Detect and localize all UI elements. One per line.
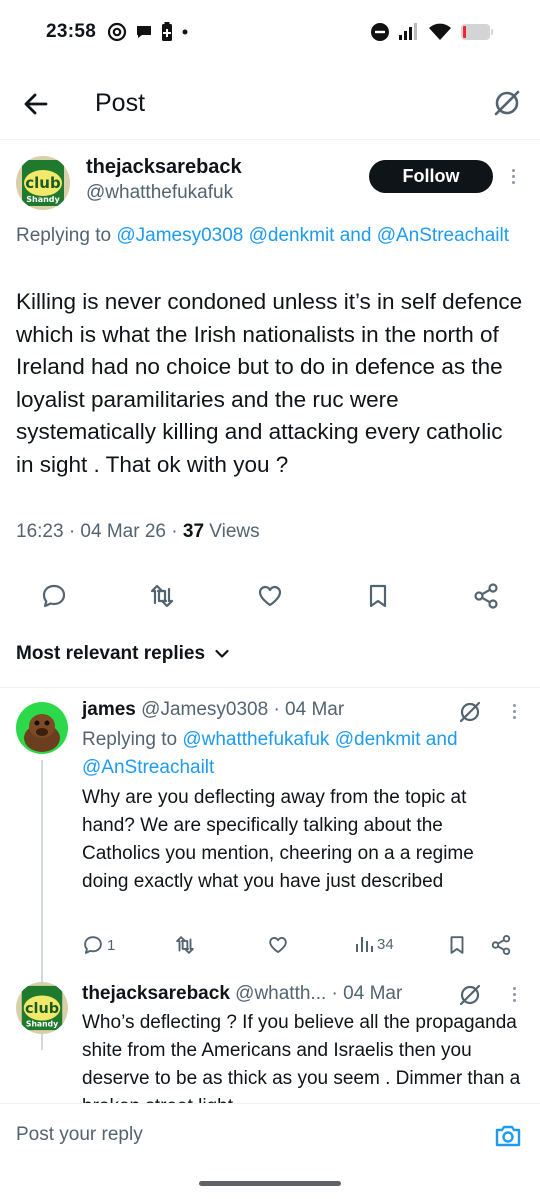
sort-replies-dropdown[interactable]: Most relevant replies [16,643,229,665]
replying-to: Replying to @Jamesy0308 @denkmit and @An… [16,225,510,246]
like-heart-icon[interactable] [267,934,289,956]
views-count[interactable]: 37 [183,521,204,542]
replying-to: Replying to @whatthefukafuk @denkmit and… [82,729,458,778]
reply-header: thejacksareback @whatth... · 04 Mar [82,983,402,1005]
more-options-icon[interactable] [511,704,517,719]
more-options-icon[interactable] [511,987,517,1002]
bookmark-icon[interactable] [446,934,468,956]
status-bar: 23:58 [0,0,540,64]
reply-actions: 1 34 [82,934,522,960]
share-icon[interactable] [472,582,500,610]
user-handle[interactable]: @whatthefukafuk [86,182,233,204]
reply-button[interactable]: 1 [82,934,115,956]
reply-header: james @Jamesy0308 · 04 Mar [82,699,344,721]
replying-to-links[interactable]: @Jamesy0308 @denkmit and @AnStreachailt [116,225,509,246]
avatar[interactable]: club Shandy [16,156,70,210]
svg-text:club: club [25,1001,59,1017]
display-name[interactable]: james [82,699,136,720]
svg-text:Shandy: Shandy [26,195,60,204]
post-text: Killing is never condoned unless it’s in… [16,289,523,477]
battery-saver-icon [162,22,172,41]
grok-icon[interactable] [458,983,482,1007]
reply-icon [84,936,102,954]
battery-icon [461,24,493,40]
at-sign-icon [107,22,127,42]
post-actions [0,574,540,614]
reply-post[interactable]: james @Jamesy0308 · 04 Mar Replying to @… [0,688,540,1050]
like-heart-icon[interactable] [256,582,284,610]
more-options-icon[interactable] [510,169,516,184]
do-not-disturb-icon [371,23,389,41]
reply-text: Why are you deflecting away from the top… [82,787,474,892]
views-button[interactable]: 34 [354,934,394,954]
top-app-bar: Post [0,64,540,140]
reply-text: Who’s deflecting ? If you believe all th… [82,1012,521,1103]
reply-input[interactable]: Post your reply [16,1124,143,1146]
bookmark-icon[interactable] [364,582,392,610]
repost-icon[interactable] [174,934,196,956]
page-title: Post [95,89,146,117]
reply-count: 1 [107,936,116,954]
dog-avatar-image [16,702,68,754]
reply-composer[interactable]: Post your reply [0,1103,540,1165]
back-arrow-icon[interactable] [20,88,52,120]
svg-text:club: club [25,174,61,192]
svg-text:Shandy: Shandy [26,1019,58,1028]
club-shandy-logo: club Shandy [16,982,68,1034]
reply-post[interactable]: club Shandy thejacksareback @whatth... ·… [0,978,540,1103]
display-name[interactable]: thejacksareback [82,983,230,1004]
signal-icon [399,23,417,40]
camera-icon[interactable] [494,1122,522,1150]
avatar[interactable]: club Shandy [16,982,68,1034]
chat-bubble-icon [137,26,151,38]
avatar[interactable] [16,702,68,754]
home-indicator[interactable] [199,1181,341,1186]
reply-icon[interactable] [40,582,68,610]
follow-button[interactable]: Follow [369,160,493,193]
post-timestamp: 16:23 · 04 Mar 26 · [16,521,183,542]
handle-and-date[interactable]: @Jamesy0308 · 04 Mar [136,699,344,720]
grok-icon[interactable] [458,700,482,724]
views-count: 34 [377,935,394,953]
grok-icon[interactable] [492,88,522,118]
handle-and-date[interactable]: @whatth... · 04 Mar [230,983,402,1004]
status-time: 23:58 [46,21,97,42]
post-metadata: 16:23 · 04 Mar 26 · 37 Views [16,521,260,542]
notification-dot-icon [182,29,188,35]
wifi-icon [429,23,451,40]
analytics-icon [356,937,373,952]
repost-icon[interactable] [148,582,176,610]
chevron-down-icon [215,649,229,658]
display-name[interactable]: thejacksareback [86,156,242,179]
club-shandy-logo: club Shandy [16,156,70,210]
share-icon[interactable] [490,934,512,956]
